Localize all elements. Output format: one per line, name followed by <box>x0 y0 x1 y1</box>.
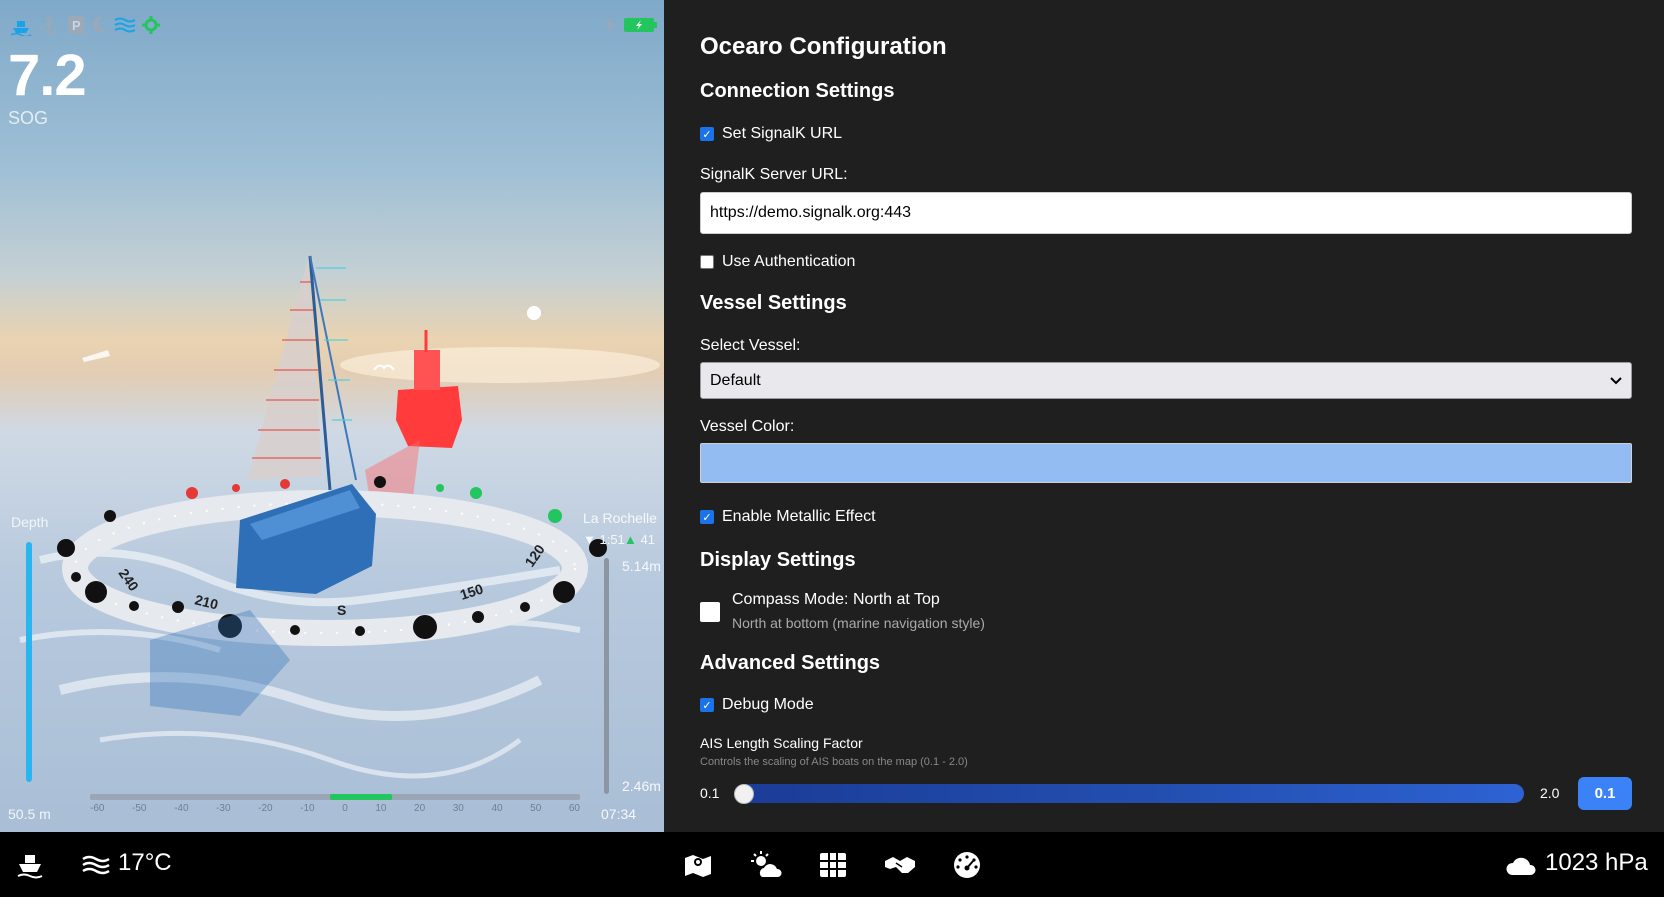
chevron-down-icon <box>1610 372 1622 390</box>
gear-icon <box>142 16 160 39</box>
tide-gauge-bar <box>604 558 609 794</box>
sog-label: SOG <box>8 108 49 128</box>
configuration-panel: Ocearo Configuration Connection Settings… <box>664 0 1664 832</box>
set-signalk-url-checkbox[interactable]: ✓ <box>700 127 714 141</box>
heel-tick-label: -40 <box>174 803 189 814</box>
ais-slider-max: 2.0 <box>1540 785 1560 801</box>
ship-icon <box>10 16 32 41</box>
metallic-effect-checkbox[interactable]: ✓ <box>700 510 714 524</box>
tide-low-time-value: 1:51 <box>599 532 625 547</box>
vessel-select-value: Default <box>710 371 761 389</box>
metallic-effect-row[interactable]: ✓ Enable Metallic Effect <box>700 508 876 526</box>
set-signalk-url-label: Set SignalK URL <box>722 125 843 142</box>
heel-tick-label: 60 <box>568 803 580 814</box>
use-auth-checkbox[interactable] <box>700 255 714 269</box>
map-icon[interactable] <box>684 850 712 880</box>
connection-settings-heading: Connection Settings <box>700 80 895 102</box>
scene-graphics: 210 S 150 120 240 <box>19 255 660 779</box>
tide-high-time-value: 41 <box>640 532 655 547</box>
heel-tick-label: -30 <box>216 803 231 814</box>
water-temperature: 17°C <box>118 849 172 876</box>
display-settings-heading: Display Settings <box>700 549 856 571</box>
server-url-input[interactable] <box>700 192 1632 234</box>
bottom-bar: 17°C 1023 hPa <box>0 832 1664 897</box>
waves-icon <box>114 16 136 39</box>
use-auth-label: Use Authentication <box>722 253 856 270</box>
anchor-icon <box>40 16 58 41</box>
heel-tick-label: 30 <box>452 803 464 814</box>
own-vessel-model[interactable] <box>150 255 376 716</box>
depth-value: 50.5 m <box>8 806 51 822</box>
server-url-label: SignalK Server URL: <box>700 166 848 183</box>
heel-tick-label: 40 <box>491 803 503 814</box>
heel-tick-label: -60 <box>90 803 105 814</box>
heel-indicator <box>330 794 392 800</box>
ais-scaling-title: AIS Length Scaling Factor <box>700 735 863 751</box>
distant-boat <box>82 350 110 362</box>
barometric-pressure: 1023 hPa <box>1545 849 1648 876</box>
parking-icon: P <box>68 16 84 39</box>
app-root: 210 S 150 120 240 P 7.2 SOG Depth 50.5 m… <box>0 0 1664 897</box>
use-auth-row[interactable]: Use Authentication <box>700 253 855 271</box>
vessel-color-picker[interactable] <box>700 443 1632 483</box>
compass-label-S: S <box>337 602 346 618</box>
compass-label-210: 210 <box>193 591 220 612</box>
page-title: Ocearo Configuration <box>700 33 947 60</box>
grid-icon[interactable] <box>820 850 846 880</box>
compass-mode-description: North at bottom (marine navigation style… <box>732 615 985 631</box>
debug-mode-checkbox[interactable]: ✓ <box>700 698 714 712</box>
vessel-color-label: Vessel Color: <box>700 418 795 435</box>
bolt-icon <box>604 16 616 39</box>
heel-scale-ticks: -60 -50 -40 -30 -20 -10 0 10 20 30 40 50 60 <box>90 803 580 814</box>
debug-mode-label: Debug Mode <box>722 696 814 713</box>
compass-label-240: 240 <box>116 566 143 594</box>
mainsail <box>248 258 322 480</box>
heel-tick-label: 0 <box>342 803 348 814</box>
ais-scaling-description: Controls the scaling of AIS boats on the… <box>700 756 968 768</box>
metallic-effect-label: Enable Metallic Effect <box>722 508 876 525</box>
heel-tick-label: 20 <box>414 803 426 814</box>
moon-icon <box>92 16 108 39</box>
tide-high-time: ▲ 41 <box>624 532 655 547</box>
heel-tick-label: 50 <box>530 803 542 814</box>
sog-value: 7.2 <box>8 43 87 108</box>
tide-up-icon: ▲ <box>624 532 637 547</box>
ais-slider-min: 0.1 <box>700 785 720 801</box>
battery-icon <box>624 16 658 39</box>
depth-label: Depth <box>11 514 49 530</box>
cloud-icon <box>1505 850 1537 880</box>
heel-tick-label: -10 <box>300 803 315 814</box>
boat-3d-view[interactable]: 210 S 150 120 240 P 7.2 SOG Depth 50.5 m… <box>0 0 664 832</box>
ais-slider-thumb[interactable] <box>734 784 754 804</box>
set-signalk-url-row[interactable]: ✓ Set SignalK URL <box>700 125 842 143</box>
ship-icon[interactable] <box>16 850 44 880</box>
gauge-icon[interactable] <box>953 850 981 880</box>
tide-current-time: 07:34 <box>601 806 637 822</box>
compass-mode-title: Compass Mode: North at Top <box>732 591 940 608</box>
vessel-settings-heading: Vessel Settings <box>700 292 847 314</box>
weather-icon[interactable] <box>750 850 782 880</box>
tide-location: La Rochelle <box>583 510 657 526</box>
compass-mode-checkbox[interactable] <box>700 602 720 622</box>
heel-tick-label: 10 <box>375 803 387 814</box>
svg-text:P: P <box>72 18 81 33</box>
ais-scaling-slider[interactable] <box>738 784 1524 803</box>
tide-high-height: 5.14m <box>622 558 661 574</box>
heel-tick-label: -50 <box>132 803 147 814</box>
water-waves-icon <box>82 850 110 880</box>
debug-mode-row[interactable]: ✓ Debug Mode <box>700 696 814 714</box>
depth-gauge-bar <box>26 542 32 782</box>
handshake-icon[interactable] <box>884 850 916 880</box>
tide-low-time: ▼ 1:51 <box>583 532 625 547</box>
heel-tick-label: -20 <box>258 803 273 814</box>
advanced-settings-heading: Advanced Settings <box>700 652 881 674</box>
vessel-select[interactable]: Default <box>700 362 1632 399</box>
ais-slider-value: 0.1 <box>1578 777 1632 810</box>
sun <box>527 306 541 320</box>
tide-low-height: 2.46m <box>622 778 661 794</box>
heel-scale <box>90 794 580 800</box>
select-vessel-label: Select Vessel: <box>700 337 801 354</box>
